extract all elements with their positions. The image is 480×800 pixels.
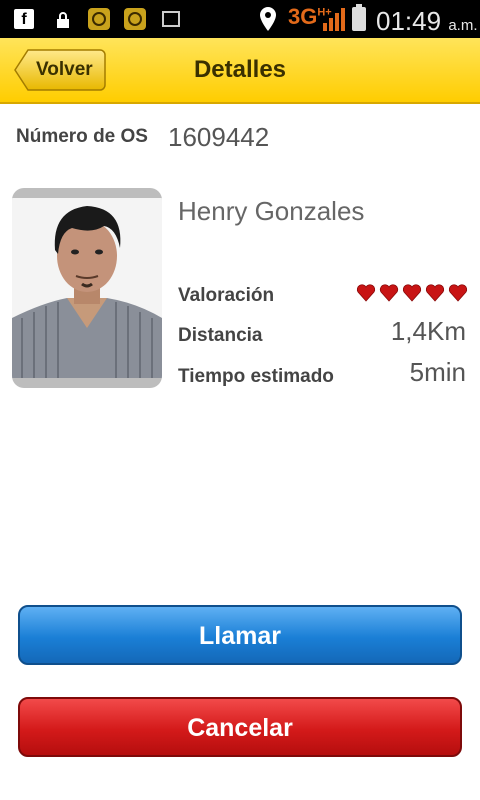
heart-icon xyxy=(425,284,445,302)
signal-icon xyxy=(323,8,345,31)
app-notification-icon xyxy=(88,8,110,30)
image-icon xyxy=(162,11,180,27)
cancel-button[interactable]: Cancelar xyxy=(18,697,462,757)
distance-value: 1,4Km xyxy=(390,316,466,346)
order-number-value: 1609442 xyxy=(168,122,270,152)
clock: 01:49 a.m. xyxy=(376,6,478,36)
rating-label: Valoración xyxy=(178,285,275,306)
battery-icon xyxy=(352,4,366,31)
status-bar: f 3GH+ 01:49 a.m. xyxy=(0,0,480,38)
call-button[interactable]: Llamar xyxy=(18,605,462,665)
driver-photo xyxy=(12,188,162,388)
app-header: Volver Detalles xyxy=(0,38,480,104)
heart-icon xyxy=(379,284,399,302)
rating-hearts xyxy=(356,282,468,309)
heart-icon xyxy=(356,284,376,302)
page-title: Detalles xyxy=(193,56,287,83)
lock-icon xyxy=(57,12,69,28)
location-pin-icon xyxy=(260,7,276,31)
distance-label: Distancia xyxy=(178,325,263,346)
order-number-label: Número de OS xyxy=(16,126,148,147)
facebook-icon: f xyxy=(14,9,34,29)
estimated-time-label: Tiempo estimado xyxy=(178,366,334,387)
driver-name: Henry Gonzales xyxy=(178,196,365,226)
estimated-time-value: 5min xyxy=(409,357,466,387)
heart-icon xyxy=(402,284,422,302)
heart-icon xyxy=(448,284,468,302)
app-notification-icon xyxy=(124,8,146,30)
